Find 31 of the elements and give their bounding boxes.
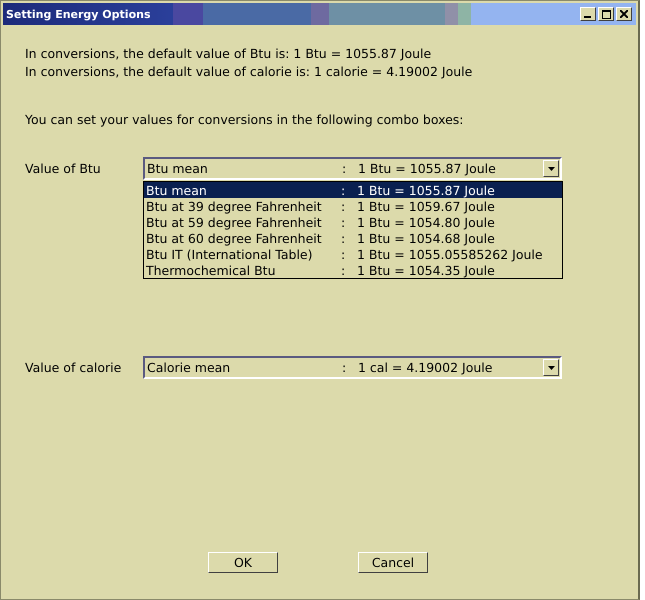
maximize-icon bbox=[602, 10, 610, 18]
combo-label: Value of calorie bbox=[25, 360, 122, 375]
conversion-value: 1 Btu = 1055.87 Joule bbox=[358, 161, 497, 176]
combo-box[interactable]: Calorie mean : 1 cal = 4.19002 Joule bbox=[143, 356, 562, 379]
window-title: Setting Energy Options bbox=[6, 8, 152, 20]
combo-box[interactable]: Btu mean : 1 Btu = 1055.87 Joule bbox=[143, 157, 562, 180]
dropdown-option[interactable]: Btu at 39 degree Fahrenheit : 1 Btu = 1059.67 Joule bbox=[144, 198, 562, 214]
combo-value: Calorie mean bbox=[147, 360, 232, 375]
info-text: In conversions, the default value of calorie is: 1 calorie = 4.19002 Joule bbox=[25, 63, 474, 81]
instruction-text: You can set your values for conversions in the following combo boxes: bbox=[25, 111, 465, 129]
maximize-button[interactable] bbox=[598, 7, 614, 21]
conversion-value: 1 cal = 4.19002 Joule bbox=[358, 360, 494, 375]
close-button[interactable] bbox=[616, 7, 632, 21]
dropdown-button[interactable] bbox=[543, 359, 559, 376]
caret-icon bbox=[548, 166, 554, 170]
dropdown-option[interactable]: Btu at 59 degree Fahrenheit : 1 Btu = 1054.80 Joule bbox=[144, 214, 562, 230]
dropdown-button[interactable] bbox=[543, 160, 559, 177]
minimize-button[interactable] bbox=[580, 7, 596, 21]
separator-text: : bbox=[342, 161, 348, 176]
cancel-button[interactable]: Cancel bbox=[358, 552, 428, 573]
combo-label: Value of Btu bbox=[25, 161, 102, 176]
info-text: In conversions, the default value of Btu is: 1 Btu = 1055.87 Joule bbox=[25, 45, 432, 63]
dropdown-option[interactable]: Thermochemical Btu : 1 Btu = 1054.35 Joule bbox=[144, 262, 562, 278]
caret-icon bbox=[548, 366, 554, 370]
ok-button[interactable]: OK bbox=[208, 552, 278, 573]
dropdown-option[interactable]: Btu at 60 degree Fahrenheit : 1 Btu = 1054.68 Joule bbox=[144, 230, 562, 246]
close-icon bbox=[620, 10, 628, 18]
dropdown-option[interactable]: Btu IT (International Table) : 1 Btu = 1055.05585262 Joule bbox=[144, 246, 562, 262]
dropdown-option[interactable]: Btu mean : 1 Btu = 1055.87 Joule bbox=[144, 182, 562, 198]
separator-text: : bbox=[342, 360, 348, 375]
combo-value: Btu mean bbox=[147, 161, 209, 176]
